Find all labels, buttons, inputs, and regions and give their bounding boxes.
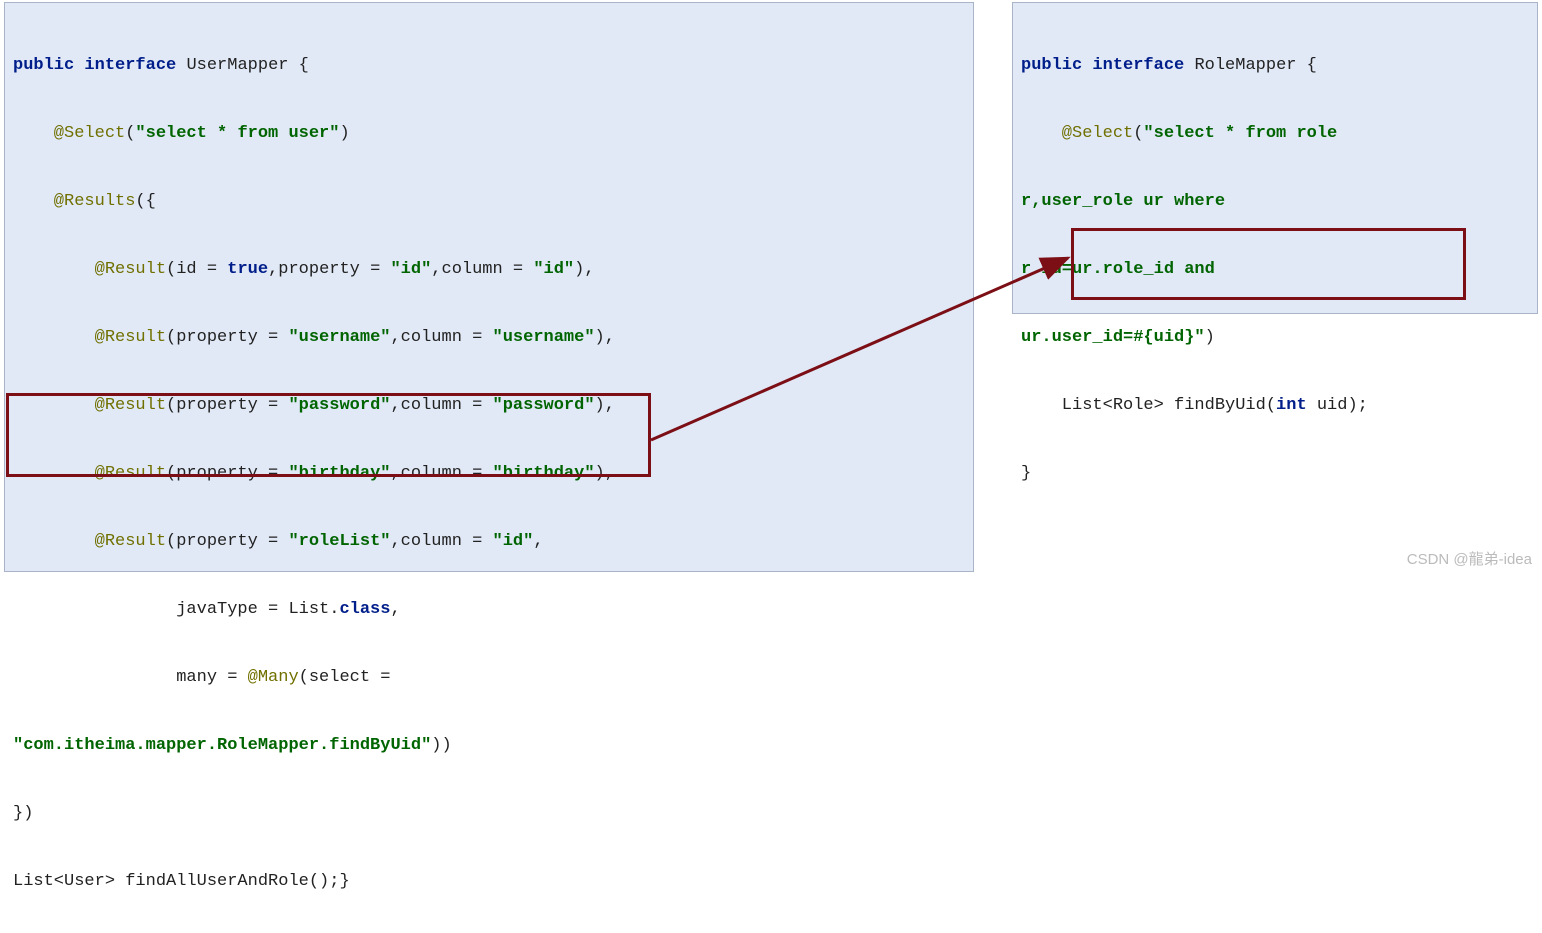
text: uid); — [1307, 396, 1368, 415]
text: ), — [595, 328, 615, 347]
text: ( — [1133, 124, 1143, 143]
annotation: @Result — [13, 464, 166, 483]
string: ur.user_id=#{uid}" — [1021, 328, 1205, 347]
text: } — [1021, 464, 1031, 483]
code-line: } — [1021, 457, 1529, 491]
string: "select * from user" — [135, 124, 339, 143]
code-line: @Results({ — [13, 185, 965, 219]
string: "password" — [288, 396, 390, 415]
code-line: "com.itheima.mapper.RoleMapper.findByUid… — [13, 729, 965, 763]
code-line: @Result(property = "password",column = "… — [13, 389, 965, 423]
text: (property = — [166, 328, 288, 347]
text: ,column = — [390, 464, 492, 483]
text: ,column = — [431, 260, 533, 279]
string: "password" — [493, 396, 595, 415]
text: ), — [574, 260, 594, 279]
keyword: interface — [84, 56, 176, 75]
code-line: r,user_role ur where — [1021, 185, 1529, 219]
left-code-panel: public interface UserMapper { @Select("s… — [4, 2, 974, 572]
keyword: interface — [1092, 56, 1184, 75]
right-code-panel: public interface RoleMapper { @Select("s… — [1012, 2, 1538, 314]
keyword: public — [1021, 56, 1082, 75]
watermark: CSDN @龍弟-idea — [1407, 548, 1532, 569]
keyword: public — [13, 56, 74, 75]
text: ) — [339, 124, 349, 143]
text: (property = — [166, 532, 288, 551]
code-line: @Select("select * from user") — [13, 117, 965, 151]
code-line: public interface RoleMapper { — [1021, 49, 1529, 83]
text: ({ — [135, 192, 155, 211]
text: ,column = — [390, 328, 492, 347]
text: RoleMapper { — [1184, 56, 1317, 75]
text: ) — [1205, 328, 1215, 347]
keyword: int — [1276, 396, 1307, 415]
text: (property = — [166, 396, 288, 415]
text: List<User> findAllUserAndRole();} — [13, 872, 350, 891]
code-line: @Result(property = "roleList",column = "… — [13, 525, 965, 559]
text: , — [533, 532, 543, 551]
text: javaType = List. — [13, 600, 339, 619]
text: ), — [595, 396, 615, 415]
text: ,property = — [268, 260, 390, 279]
annotation: @Result — [13, 260, 166, 279]
annotation: @Result — [13, 396, 166, 415]
string: "username" — [288, 328, 390, 347]
string: "birthday" — [493, 464, 595, 483]
text: )) — [431, 736, 451, 755]
string: "select * from role — [1143, 124, 1347, 143]
string: "roleList" — [288, 532, 390, 551]
string: "id" — [390, 260, 431, 279]
code-line: @Select("select * from role — [1021, 117, 1529, 151]
annotation: @Results — [13, 192, 135, 211]
code-line: @Result(id = true,property = "id",column… — [13, 253, 965, 287]
string: "username" — [493, 328, 595, 347]
code-line: @Result(property = "username",column = "… — [13, 321, 965, 355]
annotation: @Select — [1021, 124, 1133, 143]
string: r,user_role ur where — [1021, 192, 1235, 211]
text: ), — [595, 464, 615, 483]
code-line: r.id=ur.role_id and — [1021, 253, 1529, 287]
string: "birthday" — [288, 464, 390, 483]
code-line: @Result(property = "birthday",column = "… — [13, 457, 965, 491]
annotation: @Result — [13, 328, 166, 347]
text: }) — [13, 804, 33, 823]
annotation: @Result — [13, 532, 166, 551]
text: List<Role> findByUid( — [1021, 396, 1276, 415]
code-line: ur.user_id=#{uid}") — [1021, 321, 1529, 355]
keyword: true — [227, 260, 268, 279]
string: r.id=ur.role_id and — [1021, 260, 1225, 279]
string: "id" — [533, 260, 574, 279]
keyword: class — [339, 600, 390, 619]
code-line: many = @Many(select = — [13, 661, 965, 695]
text: (select = — [299, 668, 401, 687]
code-line: List<User> findAllUserAndRole();} — [13, 865, 965, 899]
text: many = — [13, 668, 248, 687]
code-line: public interface UserMapper { — [13, 49, 965, 83]
text: (id = — [166, 260, 227, 279]
string: "com.itheima.mapper.RoleMapper.findByUid… — [13, 736, 431, 755]
annotation: @Many — [248, 668, 299, 687]
code-line: }) — [13, 797, 965, 831]
code-line: javaType = List.class, — [13, 593, 965, 627]
code-line: List<Role> findByUid(int uid); — [1021, 389, 1529, 423]
string: "id" — [493, 532, 534, 551]
text: ( — [125, 124, 135, 143]
text: (property = — [166, 464, 288, 483]
text: , — [390, 600, 400, 619]
text: ,column = — [390, 396, 492, 415]
text: ,column = — [390, 532, 492, 551]
annotation: @Select — [13, 124, 125, 143]
text: UserMapper { — [176, 56, 309, 75]
